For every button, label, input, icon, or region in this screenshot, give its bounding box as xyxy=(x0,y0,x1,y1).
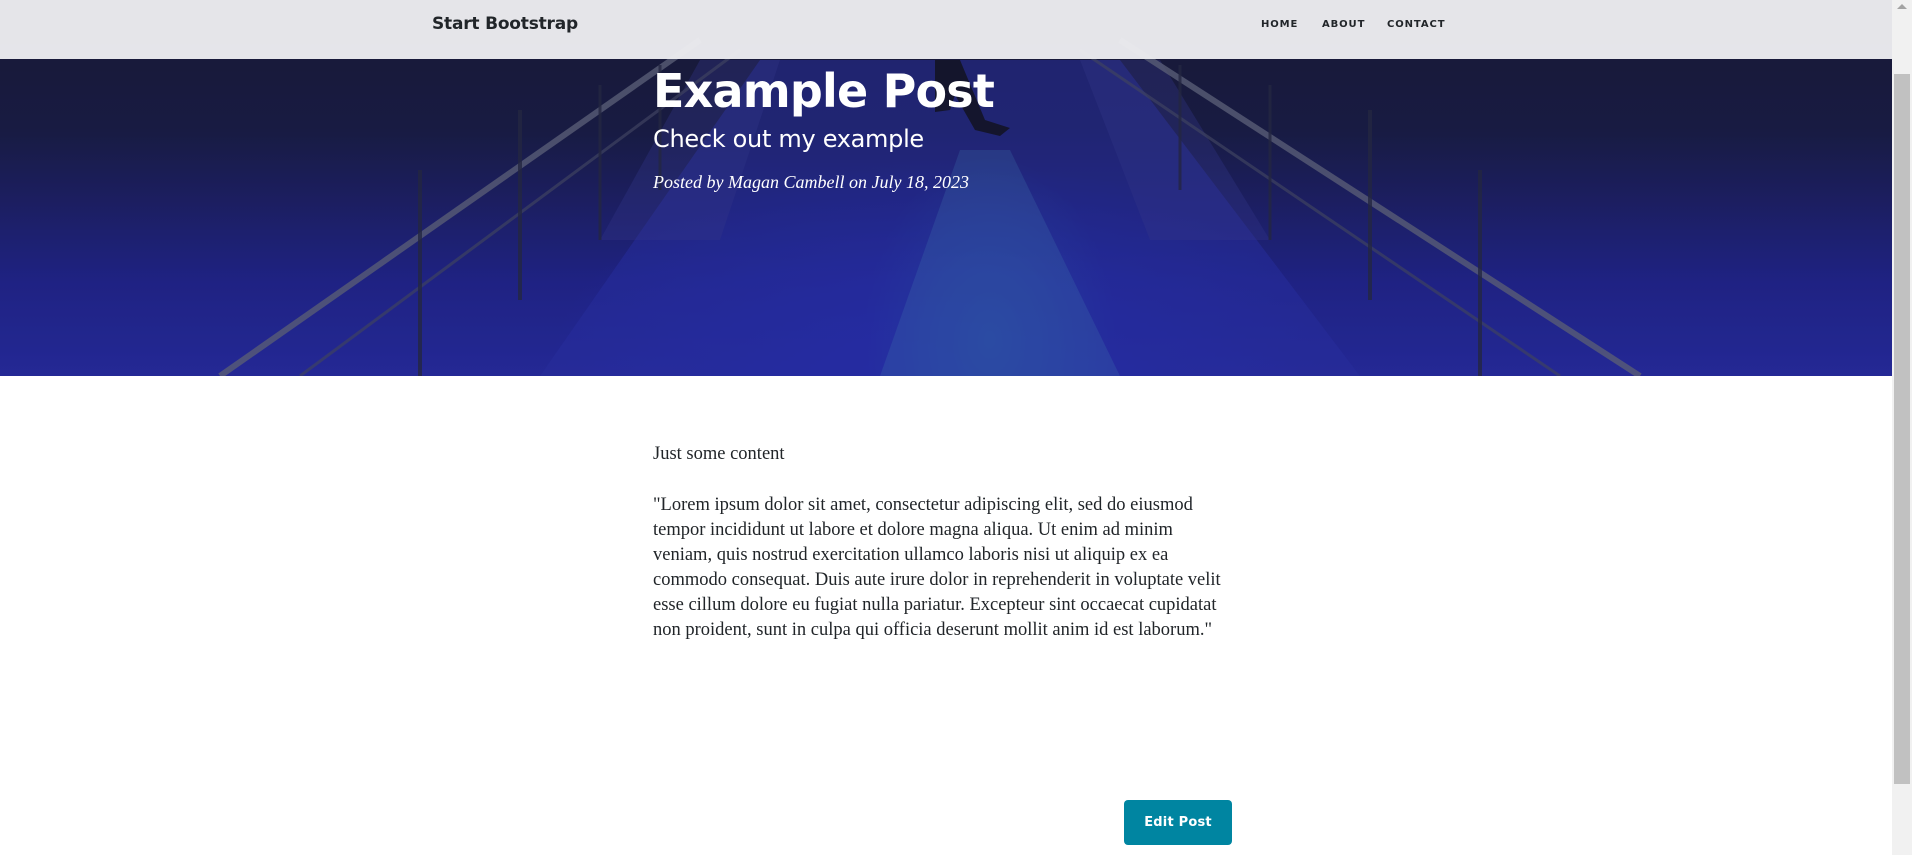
navbar-brand[interactable]: Start Bootstrap xyxy=(432,14,578,34)
post-heading: Example Post Check out my example Posted… xyxy=(653,66,1273,193)
nav-link-home[interactable]: HOME xyxy=(1261,19,1298,30)
author-link[interactable]: Magan Cambell xyxy=(728,172,845,192)
scrollbar[interactable] xyxy=(1892,0,1912,855)
nav-link-contact[interactable]: CONTACT xyxy=(1387,19,1445,30)
scrollbar-thumb[interactable] xyxy=(1894,74,1910,784)
post-paragraph: Just some content xyxy=(653,444,785,464)
post-date: July 18, 2023 xyxy=(871,172,969,193)
post-paragraph: "Lorem ipsum dolor sit amet, consectetur… xyxy=(653,495,1221,640)
navbar: Start Bootstrap HOME ABOUT CONTACT xyxy=(0,0,1892,59)
scroll-up-arrow-icon[interactable] xyxy=(1897,4,1907,9)
post-meta-prefix: Posted by xyxy=(653,172,724,193)
post-subtitle: Check out my example xyxy=(653,124,924,153)
post-meta: Posted by Magan Cambell on July 18, 2023 xyxy=(653,172,1273,193)
post-content: Just some content "Lorem ipsum dolor sit… xyxy=(653,442,1233,669)
nav-link-about[interactable]: ABOUT xyxy=(1322,19,1365,30)
post-title: Example Post xyxy=(653,64,995,118)
edit-post-button[interactable]: Edit Post xyxy=(1124,800,1232,845)
post-meta-date-prefix: on xyxy=(848,172,867,193)
